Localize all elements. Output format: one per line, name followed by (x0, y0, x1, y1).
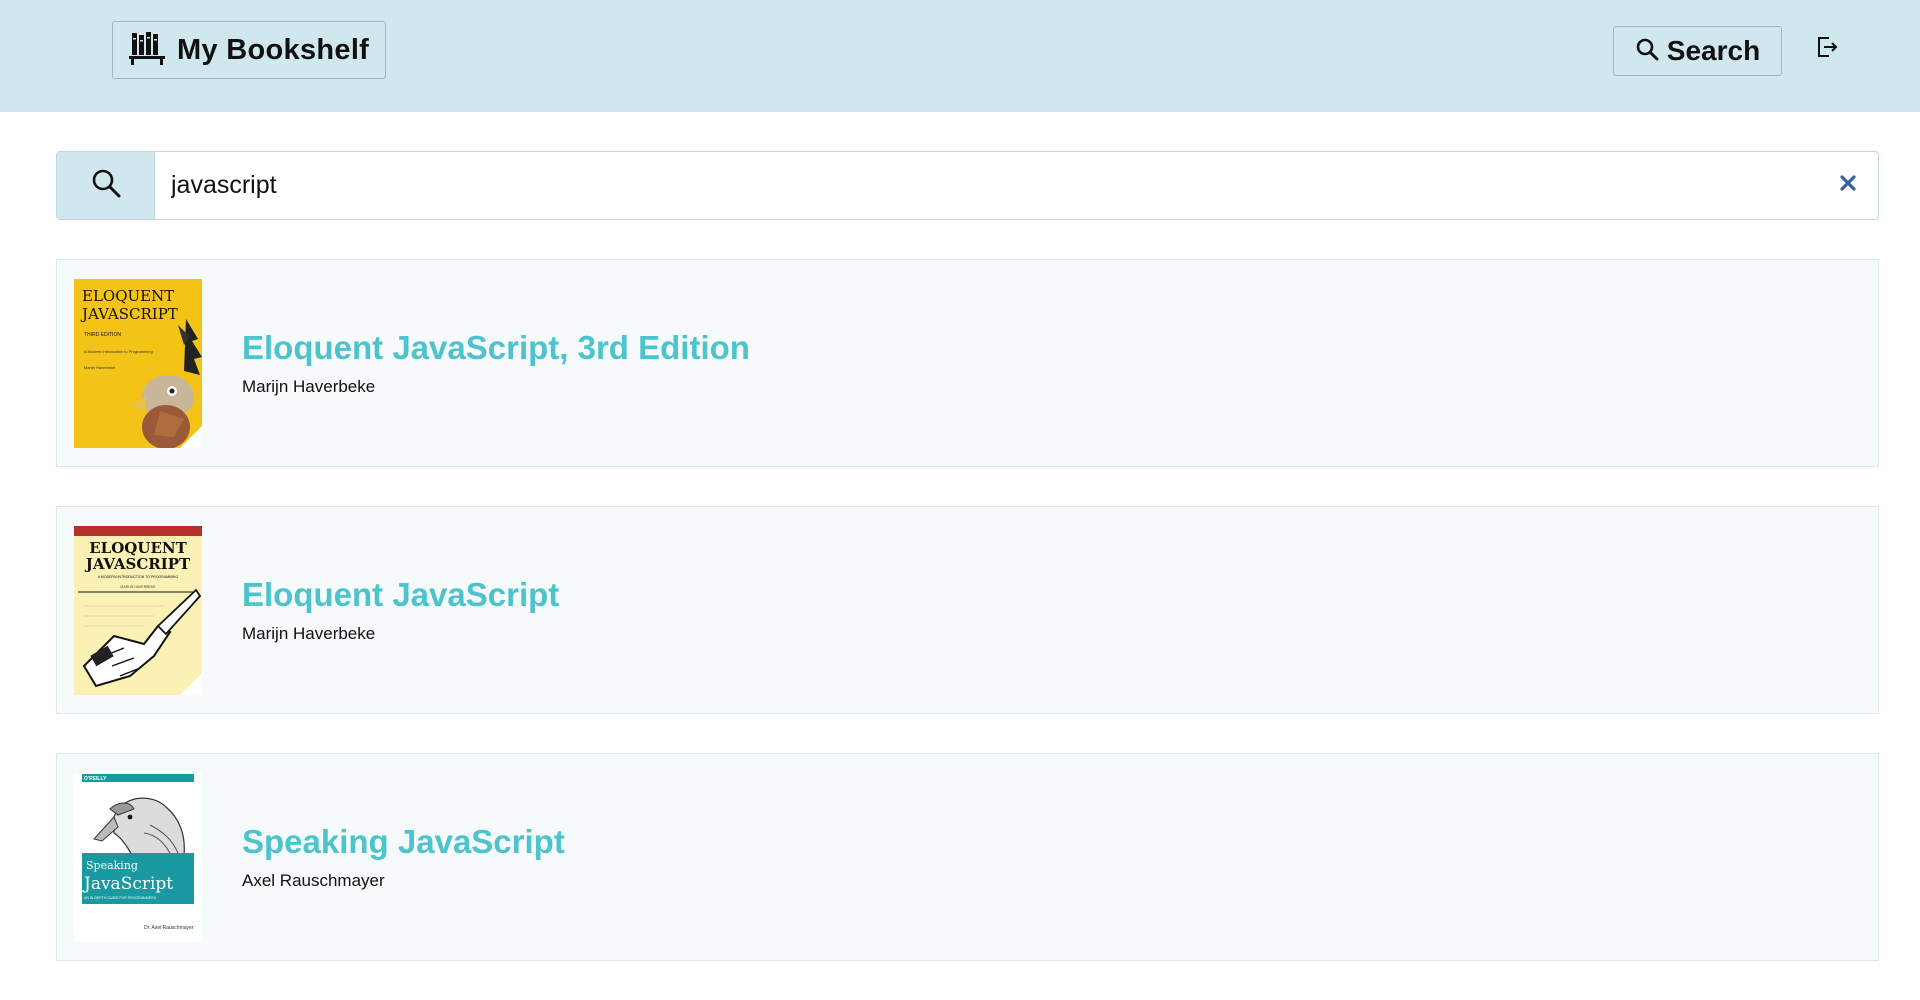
page-curl (180, 919, 202, 942)
book-title[interactable]: Speaking JavaScript (242, 823, 565, 861)
bookshelf-icon (129, 31, 165, 70)
logout-icon (1816, 35, 1838, 64)
book-cover: ELOQUENT JAVASCRIPT THIRD EDITION A Mode… (74, 278, 202, 448)
cover-subtitle: THIRD EDITION (84, 332, 121, 338)
cover-byline: Marijn Haverbeke (84, 365, 116, 370)
book-author: Marijn Haverbeke (242, 377, 376, 396)
nav-search-button[interactable]: Search (1613, 26, 1782, 76)
book-title[interactable]: Eloquent JavaScript (242, 576, 559, 614)
cover-tagline: A Modern Introduction to Programming (84, 349, 153, 354)
search-results: ELOQUENT JAVASCRIPT THIRD EDITION A Mode… (56, 259, 1879, 1000)
app-header: My Bookshelf Search (0, 0, 1920, 112)
book-card[interactable]: O'REILLY Speaking JavaScript AN IN-DEPTH… (56, 753, 1879, 961)
logout-button[interactable] (1812, 34, 1842, 64)
cover-tagline: A MODERN INTRODUCTION TO PROGRAMMING (98, 575, 179, 579)
search-icon (1635, 37, 1659, 66)
cover-title-line2: JavaScript (82, 874, 173, 894)
search-bar (56, 151, 1879, 220)
book-author: Axel Rauschmayer (242, 871, 385, 890)
book-cover: ELOQUENT JAVASCRIPT A MODERN INTRODUCTIO… (74, 525, 202, 695)
page-curl (180, 672, 202, 695)
book-title[interactable]: Eloquent JavaScript, 3rd Edition (242, 329, 750, 367)
cover-title-line2: JAVASCRIPT (84, 555, 191, 573)
cover-tagline: AN IN-DEPTH GUIDE FOR PROGRAMMERS (84, 896, 157, 900)
cover-title-line1: Speaking (86, 859, 138, 872)
search-icon (90, 167, 122, 204)
close-icon (1840, 175, 1856, 196)
cover-publisher: O'REILLY (84, 776, 107, 782)
book-info: Speaking JavaScript Axel Rauschmayer (242, 823, 565, 891)
cover-title-line2: JAVASCRIPT (80, 305, 178, 323)
book-card[interactable]: ELOQUENT JAVASCRIPT A MODERN INTRODUCTIO… (56, 506, 1879, 714)
cover-title-line1: ELOQUENT (82, 287, 174, 305)
book-info: Eloquent JavaScript, 3rd Edition Marijn … (242, 329, 750, 397)
book-info: Eloquent JavaScript Marijn Haverbeke (242, 576, 559, 644)
page-curl (180, 425, 202, 448)
book-cover: O'REILLY Speaking JavaScript AN IN-DEPTH… (74, 772, 202, 942)
brand-title: My Bookshelf (177, 33, 370, 66)
cover-byline: MARIJN HAVERBEKE (120, 585, 156, 589)
brand-home-button[interactable]: My Bookshelf (112, 21, 387, 79)
book-card[interactable]: ELOQUENT JAVASCRIPT THIRD EDITION A Mode… (56, 259, 1879, 467)
nav-search-label: Search (1666, 35, 1761, 66)
book-author: Marijn Haverbeke (242, 624, 376, 643)
clear-search-button[interactable] (1818, 152, 1878, 219)
search-input[interactable] (155, 152, 1818, 219)
search-addon (57, 152, 155, 219)
